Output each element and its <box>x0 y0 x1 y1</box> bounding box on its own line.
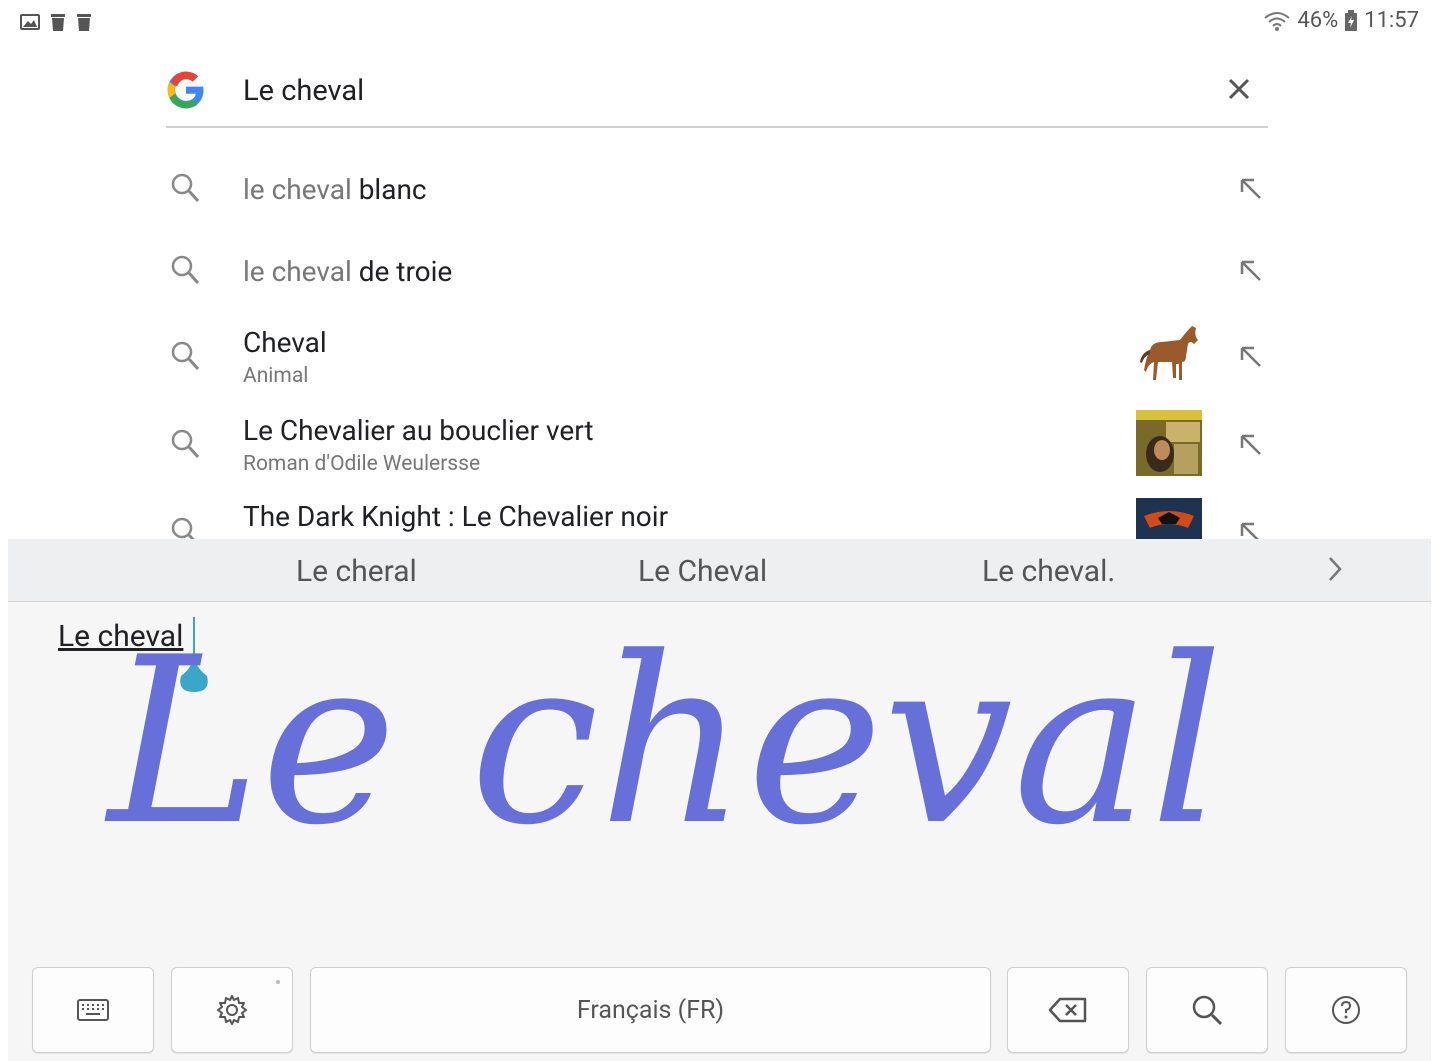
keyboard-icon <box>77 999 109 1021</box>
movie-poster-thumbnail <box>1136 498 1202 540</box>
suggestion-item[interactable]: le cheval de troie <box>166 242 1268 302</box>
handwriting-canvas[interactable]: Le cheval <box>8 601 1431 901</box>
suggestion-text: le cheval de troie <box>243 255 453 288</box>
fill-query-arrow-icon[interactable] <box>1238 520 1264 540</box>
candidate-item[interactable]: Le cheral <box>296 554 417 589</box>
battery-charging-icon <box>1345 9 1358 31</box>
fill-query-arrow-icon[interactable] <box>1238 258 1264 284</box>
search-input[interactable]: Le cheval <box>243 74 364 108</box>
settings-button[interactable] <box>171 967 293 1053</box>
status-bar: 46% 11:57 <box>0 0 1437 44</box>
search-icon <box>1192 995 1223 1026</box>
suggestion-item[interactable]: Cheval Animal <box>166 320 1268 396</box>
settings-indicator-dot <box>276 980 280 984</box>
battery-percent: 46% <box>1297 8 1339 33</box>
candidate-item[interactable]: Le cheval. <box>982 554 1115 589</box>
horse-thumbnail <box>1136 322 1202 388</box>
suggestion-item[interactable]: The Dark Knight : Le Chevalier noir <box>166 496 1268 540</box>
suggestion-subtitle: Animal <box>243 364 309 388</box>
clock: 11:57 <box>1364 8 1419 33</box>
space-label: Français (FR) <box>576 995 725 1025</box>
suggestion-item[interactable]: Le Chevalier au bouclier vert Roman d'Od… <box>166 408 1268 484</box>
backspace-button[interactable] <box>1007 967 1129 1053</box>
trash-icon <box>51 14 65 31</box>
gear-icon <box>217 995 247 1025</box>
suggestion-subtitle: Roman d'Odile Weulersse <box>243 452 481 476</box>
keyboard-switch-button[interactable] <box>32 967 154 1053</box>
handwriting-ink: Le cheval <box>104 609 1224 876</box>
suggestion-item[interactable]: le cheval blanc <box>166 160 1268 220</box>
space-button[interactable]: Français (FR) <box>310 967 991 1053</box>
help-icon <box>1332 996 1360 1024</box>
suggestion-title: The Dark Knight : Le Chevalier noir <box>243 500 669 533</box>
suggestion-title: Cheval <box>243 326 327 359</box>
trash-icon <box>77 14 91 31</box>
help-button[interactable] <box>1285 967 1407 1053</box>
backspace-icon <box>1048 997 1087 1023</box>
status-bar-system: 46% 11:57 <box>1263 8 1419 33</box>
search-bar: Le cheval <box>166 60 1268 128</box>
search-icon <box>171 517 196 540</box>
google-logo-icon[interactable] <box>166 70 206 110</box>
chevron-right-icon[interactable] <box>1327 555 1343 583</box>
wifi-icon <box>1264 11 1290 31</box>
close-icon[interactable] <box>1224 74 1254 104</box>
status-bar-notifications <box>20 12 92 32</box>
search-icon <box>171 173 200 203</box>
book-cover-thumbnail <box>1136 410 1202 476</box>
search-icon <box>171 255 200 285</box>
handwriting-keyboard: Le cheral Le Cheval Le cheval. Le cheval… <box>8 539 1431 1061</box>
search-icon <box>171 341 200 371</box>
search-icon <box>171 429 200 459</box>
candidate-item[interactable]: Le Cheval <box>638 554 767 589</box>
fill-query-arrow-icon[interactable] <box>1238 432 1264 458</box>
image-notification-icon <box>20 14 40 30</box>
suggestion-text: le cheval blanc <box>243 173 427 206</box>
suggestion-title: Le Chevalier au bouclier vert <box>243 414 594 447</box>
search-key-button[interactable] <box>1146 967 1268 1053</box>
fill-query-arrow-icon[interactable] <box>1238 344 1264 370</box>
candidate-bar: Le cheral Le Cheval Le cheval. <box>8 539 1431 602</box>
fill-query-arrow-icon[interactable] <box>1238 176 1264 202</box>
